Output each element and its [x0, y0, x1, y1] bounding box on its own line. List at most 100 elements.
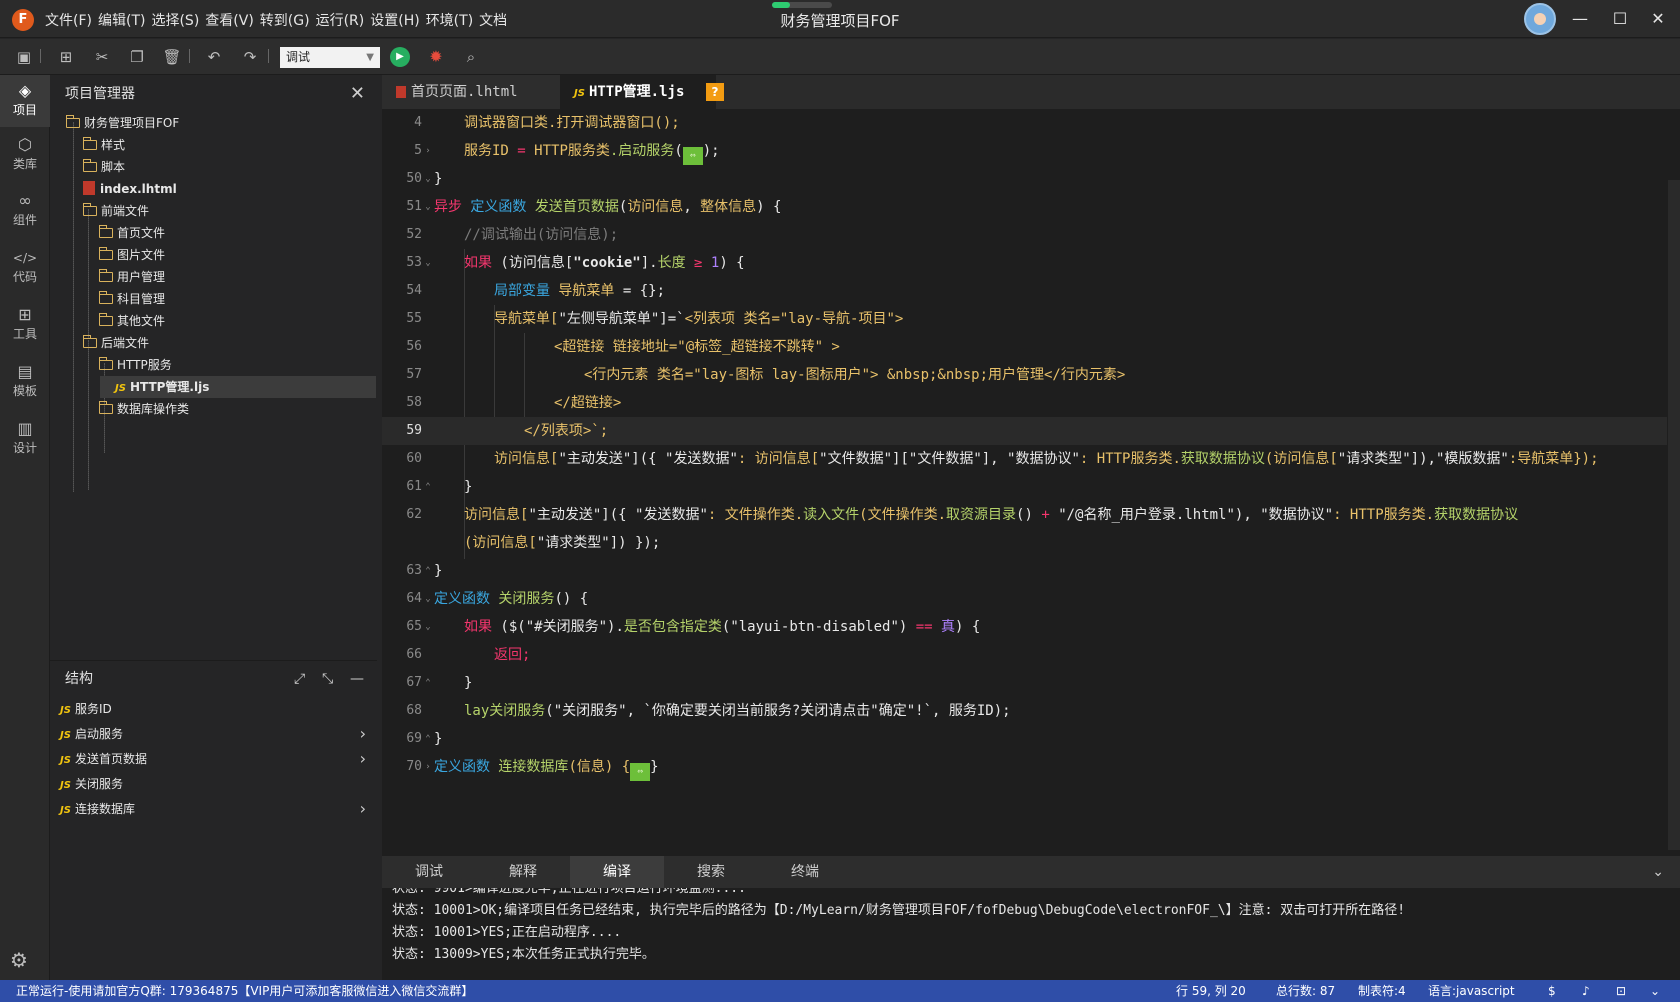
tab-search[interactable]: 搜索: [664, 856, 758, 888]
fold-arrow-icon[interactable]: ⌄: [422, 585, 434, 613]
tab-debug[interactable]: 调试: [382, 856, 476, 888]
user-avatar[interactable]: [1524, 3, 1556, 35]
code-line: 52 //调试输出(访问信息);: [382, 221, 1667, 249]
tab-compile[interactable]: 编译: [570, 856, 664, 888]
dollar-icon[interactable]: $: [1548, 980, 1556, 1002]
expand-icon[interactable]: ⤢: [294, 661, 305, 697]
code-token: "文件数据": [908, 451, 982, 467]
code-token: = {};: [614, 283, 666, 299]
tree-item-user-management[interactable]: 用户管理: [99, 266, 165, 288]
folder-icon: [83, 137, 97, 150]
fold-arrow-icon[interactable]: ›: [422, 753, 434, 781]
code-token: ]) });: [609, 535, 661, 551]
tree-item-http-service[interactable]: HTTP服务: [99, 354, 172, 376]
outline-item-service-id[interactable]: JS 服务ID: [60, 697, 370, 721]
js-icon: JS: [60, 730, 71, 741]
maximize-button[interactable]: ☐: [1605, 6, 1635, 32]
tab-label: HTTP管理.ljs: [588, 84, 685, 100]
activity-components[interactable]: ∞ 组件: [0, 185, 50, 237]
close-window-button[interactable]: ✕: [1643, 6, 1673, 32]
copy-icon[interactable]: ❐: [127, 47, 147, 67]
language-mode[interactable]: 语言:javascript: [1428, 980, 1515, 1002]
outline-item-close-service[interactable]: JS 关闭服务: [60, 772, 370, 796]
chevron-right-icon[interactable]: ›: [360, 797, 366, 821]
fold-arrow-icon[interactable]: ›: [422, 137, 434, 165]
fold-arrow-icon[interactable]: ⌃: [422, 557, 434, 585]
outline-item-connect-db[interactable]: JS 连接数据库 ›: [60, 797, 370, 821]
chevron-down-icon[interactable]: ⌄: [1650, 980, 1660, 1002]
code-token: "数据协议": [1260, 507, 1334, 523]
gear-icon[interactable]: ⚙: [10, 948, 28, 972]
js-icon: JS: [60, 780, 71, 791]
activity-project[interactable]: ◈ 项目: [0, 75, 50, 127]
chevron-right-icon[interactable]: ›: [360, 722, 366, 746]
undo-icon[interactable]: ↶: [204, 47, 224, 67]
minimize-panel-icon[interactable]: —: [350, 661, 364, 697]
editor-scrollbar[interactable]: [1668, 180, 1680, 850]
outline-item-send-home-data[interactable]: JS 发送首页数据 ›: [60, 747, 370, 771]
minimize-button[interactable]: —: [1565, 6, 1595, 32]
folder-icon: [83, 335, 97, 348]
fold-arrow-icon[interactable]: ⌃: [422, 669, 434, 697]
activity-label: 工具: [12, 327, 37, 341]
tab-terminal[interactable]: 终端: [758, 856, 852, 888]
tab-home-page-lhtml[interactable]: 首页页面.lhtml: [382, 75, 560, 109]
redo-icon[interactable]: ↷: [240, 47, 260, 67]
new-file-icon[interactable]: ⊞: [56, 47, 76, 67]
chevron-right-icon[interactable]: ›: [360, 747, 366, 771]
activity-code[interactable]: </> 代码: [0, 242, 50, 294]
tree-item-styles[interactable]: 样式: [83, 134, 125, 156]
tree-item-http-management-ljs[interactable]: JS HTTP管理.ljs: [100, 376, 376, 398]
bell-icon[interactable]: ♪: [1582, 980, 1590, 1002]
mode-select[interactable]: 调试 ▼: [280, 47, 380, 68]
outline-item-start-service[interactable]: JS 启动服务 ›: [60, 722, 370, 746]
collapse-icon[interactable]: ⤡: [322, 661, 333, 697]
tab-http-management-ljs[interactable]: JS HTTP管理.ljs: [560, 75, 716, 109]
activity-templates[interactable]: ▤ 模板: [0, 356, 50, 408]
run-icon[interactable]: ▶: [390, 47, 410, 67]
fold-arrow-icon[interactable]: ⌄: [422, 249, 434, 277]
tree-item-scripts[interactable]: 脚本: [83, 156, 125, 178]
tree-item-root[interactable]: 财务管理项目FOF: [66, 112, 179, 134]
tree-item-subject-management[interactable]: 科目管理: [99, 288, 165, 310]
tab-label: 首页页面.lhtml: [411, 84, 518, 100]
unlock-icon[interactable]: ⊡: [1616, 980, 1626, 1002]
save-icon[interactable]: ▣: [14, 47, 34, 67]
line-number: 5: [414, 143, 422, 158]
tree-item-image-files[interactable]: 图片文件: [99, 244, 165, 266]
activity-tools[interactable]: ⊞ 工具: [0, 299, 50, 351]
code-token: : HTTP服务类.: [1079, 451, 1181, 467]
tree-item-database-ops[interactable]: 数据库操作类: [99, 398, 189, 420]
tree-item-frontend[interactable]: 前端文件: [83, 200, 149, 222]
fold-arrow-icon[interactable]: ⌄: [422, 613, 434, 641]
chevron-down-icon[interactable]: ⌄: [1652, 856, 1664, 888]
tree-item-home-files[interactable]: 首页文件: [99, 222, 165, 244]
tree-item-backend[interactable]: 后端文件: [83, 332, 149, 354]
code-editor[interactable]: 4 调试器窗口类.打开调试器窗口(); 5 › 服务ID = HTTP服务类.启动服务…: [382, 109, 1680, 856]
tab-size[interactable]: 制表符:4: [1358, 980, 1406, 1002]
js-icon: JS: [60, 755, 71, 766]
delete-icon[interactable]: 🗑: [162, 47, 182, 67]
code-token: : 文件操作类.: [707, 507, 804, 523]
search-file-icon[interactable]: ⌕: [461, 47, 481, 67]
cursor-position[interactable]: 行 59, 列 20: [1176, 980, 1246, 1002]
fold-arrow-icon[interactable]: ⌄: [422, 165, 434, 193]
code-token: ) {: [756, 199, 782, 215]
line-number: 55: [406, 311, 422, 326]
close-icon[interactable]: ✕: [350, 75, 365, 113]
warning-icon[interactable]: ?: [706, 83, 724, 101]
activity-design[interactable]: ▥ 设计: [0, 413, 50, 465]
folder-icon: [99, 269, 113, 282]
folded-code-icon[interactable]: ⇔: [630, 763, 651, 781]
tree-label: 图片文件: [117, 248, 166, 262]
cut-icon[interactable]: ✂: [92, 47, 112, 67]
bug-icon[interactable]: ✹: [426, 47, 446, 67]
fold-arrow-icon[interactable]: ⌃: [422, 725, 434, 753]
fold-arrow-icon[interactable]: ⌃: [422, 473, 434, 501]
tree-item-other-files[interactable]: 其他文件: [99, 310, 165, 332]
activity-library[interactable]: ⬡ 类库: [0, 129, 50, 181]
tab-interpret[interactable]: 解释: [476, 856, 570, 888]
fold-arrow-icon[interactable]: ⌄: [422, 193, 434, 221]
tree-item-index-lhtml[interactable]: index.lhtml: [83, 178, 177, 200]
folded-code-icon[interactable]: ⇔: [682, 147, 703, 165]
